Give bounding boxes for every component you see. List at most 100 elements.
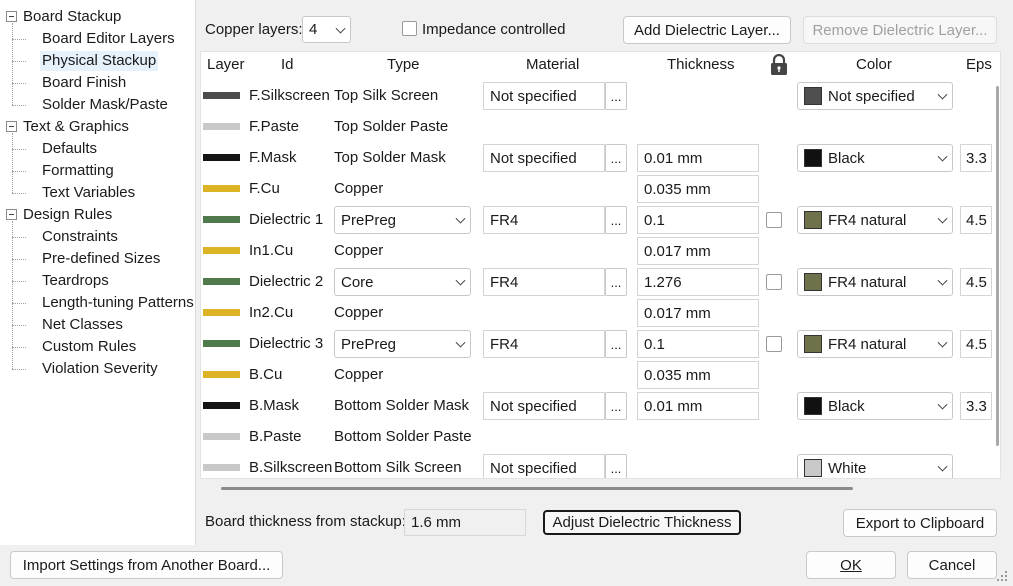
tree-item-physical-stackup[interactable]: Physical Stackup — [40, 51, 159, 71]
chevron-down-icon — [937, 151, 948, 162]
material-picker-button[interactable]: ... — [605, 454, 627, 478]
tree-item-board-finish[interactable]: Board Finish — [42, 73, 126, 93]
horizontal-scrollbar[interactable] — [221, 487, 853, 490]
epsilon-field[interactable]: 4.5 — [960, 268, 992, 296]
thickness-lock-checkbox[interactable] — [766, 336, 782, 352]
layer-id: F.Silkscreen — [249, 87, 330, 104]
tree-connector — [12, 149, 26, 150]
color-select[interactable]: Not specified — [797, 82, 953, 110]
thickness-field[interactable]: 0.1 — [637, 206, 759, 234]
color-select[interactable]: FR4 natural — [797, 330, 953, 358]
tree-item-formatting[interactable]: Formatting — [42, 161, 114, 181]
color-select[interactable]: White — [797, 454, 953, 478]
tree-item-text-graphics[interactable]: Text & Graphics — [23, 117, 129, 137]
tree-connector — [12, 281, 26, 282]
material-picker-button[interactable]: ... — [605, 206, 627, 234]
layer-id: Dielectric 3 — [249, 335, 324, 352]
material-field[interactable]: Not specified — [483, 392, 605, 420]
add-dielectric-button[interactable]: Add Dielectric Layer... — [623, 16, 791, 44]
layer-swatch — [203, 247, 240, 254]
thickness-field[interactable]: 0.035 mm — [637, 175, 759, 203]
layer-swatch — [203, 309, 240, 316]
chevron-down-icon — [937, 213, 948, 224]
thickness-field[interactable]: 0.017 mm — [637, 299, 759, 327]
color-swatch — [804, 335, 822, 353]
material-picker-button[interactable]: ... — [605, 392, 627, 420]
epsilon-field[interactable]: 4.5 — [960, 330, 992, 358]
material-field[interactable]: Not specified — [483, 454, 605, 478]
layer-id: In1.Cu — [249, 242, 294, 259]
material-picker-button[interactable]: ... — [605, 268, 627, 296]
color-select[interactable]: Black — [797, 392, 953, 420]
epsilon-field[interactable]: 4.5 — [960, 206, 992, 234]
layer-swatch — [203, 340, 240, 347]
layer-type-select[interactable]: PrePreg — [334, 330, 471, 358]
color-select[interactable]: Black — [797, 144, 953, 172]
chevron-down-icon — [455, 337, 466, 348]
material-picker-button[interactable]: ... — [605, 82, 627, 110]
chevron-down-icon — [937, 399, 948, 410]
impedance-checkbox[interactable] — [402, 21, 417, 36]
collapse-icon[interactable] — [6, 121, 17, 132]
tree-item-defaults[interactable]: Defaults — [42, 139, 97, 159]
material-picker-button[interactable]: ... — [605, 330, 627, 358]
tree-item-board-stackup[interactable]: Board Stackup — [23, 7, 121, 27]
impedance-label[interactable]: Impedance controlled — [422, 20, 565, 40]
copper-layers-select[interactable]: 4 — [302, 16, 351, 43]
layer-id: B.Paste — [249, 428, 302, 445]
color-name: FR4 natural — [828, 273, 907, 291]
tree-item-board-editor-layers[interactable]: Board Editor Layers — [42, 29, 175, 49]
remove-dielectric-button[interactable]: Remove Dielectric Layer... — [803, 16, 997, 44]
color-select[interactable]: FR4 natural — [797, 268, 953, 296]
material-picker-button[interactable]: ... — [605, 144, 627, 172]
chevron-down-icon — [937, 275, 948, 286]
layer-type: Top Silk Screen — [334, 87, 439, 104]
layer-id: B.Cu — [249, 366, 283, 383]
epsilon-field[interactable]: 3.3 — [960, 392, 992, 420]
tree-item-length-tuning-patterns[interactable]: Length-tuning Patterns — [42, 293, 194, 313]
epsilon-field[interactable]: 3.3 — [960, 144, 992, 172]
thickness-field[interactable]: 0.1 — [637, 330, 759, 358]
tree-item-violation-severity[interactable]: Violation Severity — [42, 359, 158, 379]
thickness-field[interactable]: 0.01 mm — [637, 392, 759, 420]
cancel-button[interactable]: Cancel — [907, 551, 997, 579]
import-settings-button[interactable]: Import Settings from Another Board... — [10, 551, 283, 579]
material-field[interactable]: Not specified — [483, 144, 605, 172]
tree-item-net-classes[interactable]: Net Classes — [42, 315, 123, 335]
tree-item-design-rules[interactable]: Design Rules — [23, 205, 112, 225]
tree-item-pre-defined-sizes[interactable]: Pre-defined Sizes — [42, 249, 160, 269]
ok-button[interactable]: OK — [806, 551, 896, 579]
thickness-field[interactable]: 0.017 mm — [637, 237, 759, 265]
thickness-field[interactable]: 1.276 — [637, 268, 759, 296]
layer-type-select[interactable]: Core — [334, 268, 471, 296]
material-field[interactable]: Not specified — [483, 82, 605, 110]
adjust-dielectric-button[interactable]: Adjust Dielectric Thickness — [543, 510, 741, 535]
layer-type-select[interactable]: PrePreg — [334, 206, 471, 234]
stackup-grid: Layer Id Type Material Thickness Color E… — [200, 51, 1001, 479]
collapse-icon[interactable] — [6, 209, 17, 220]
color-swatch — [804, 211, 822, 229]
material-field[interactable]: FR4 — [483, 268, 605, 296]
layer-id: B.Mask — [249, 397, 300, 414]
vertical-scrollbar[interactable] — [996, 86, 999, 446]
collapse-icon[interactable] — [6, 11, 17, 22]
tree-item-constraints[interactable]: Constraints — [42, 227, 118, 247]
material-field[interactable]: FR4 — [483, 206, 605, 234]
board-thickness-label: Board thickness from stackup: — [205, 513, 406, 530]
thickness-lock-checkbox[interactable] — [766, 274, 782, 290]
color-select[interactable]: FR4 natural — [797, 206, 953, 234]
layer-type: Bottom Solder Mask — [334, 397, 470, 414]
tree-connector — [12, 259, 26, 260]
thickness-lock-checkbox[interactable] — [766, 212, 782, 228]
tree-item-teardrops[interactable]: Teardrops — [42, 271, 109, 291]
tree-connector — [12, 221, 13, 369]
material-field[interactable]: FR4 — [483, 330, 605, 358]
export-clipboard-button[interactable]: Export to Clipboard — [843, 509, 997, 537]
tree-item-custom-rules[interactable]: Custom Rules — [42, 337, 136, 357]
resize-grip-icon[interactable] — [996, 569, 1008, 581]
color-name: White — [828, 459, 867, 477]
tree-item-solder-mask-paste[interactable]: Solder Mask/Paste — [42, 95, 168, 115]
tree-item-text-variables[interactable]: Text Variables — [42, 183, 135, 203]
thickness-field[interactable]: 0.035 mm — [637, 361, 759, 389]
thickness-field[interactable]: 0.01 mm — [637, 144, 759, 172]
